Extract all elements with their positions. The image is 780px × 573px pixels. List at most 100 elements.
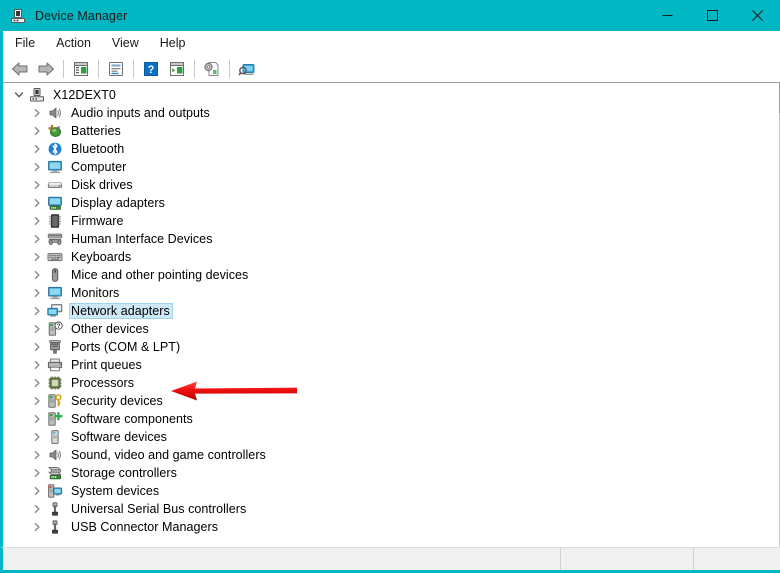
chevron-down-icon[interactable] <box>11 87 27 103</box>
forward-button[interactable] <box>34 58 58 80</box>
tree-item-label: Software devices <box>71 430 167 444</box>
chevron-right-icon[interactable] <box>29 105 45 121</box>
status-bar-middle-cell <box>560 548 693 570</box>
tree-item-label: Security devices <box>71 394 163 408</box>
chevron-right-icon[interactable] <box>29 483 45 499</box>
chevron-right-icon[interactable] <box>29 501 45 517</box>
tree-item-software-devices[interactable]: Software devices <box>3 428 779 446</box>
tree-item-label: Batteries <box>71 124 121 138</box>
update-driver-button[interactable] <box>200 58 224 80</box>
show-hide-action-pane-button[interactable] <box>165 58 189 80</box>
usb-icon <box>47 519 63 535</box>
chevron-right-icon[interactable] <box>29 195 45 211</box>
menu-bar: File Action View Help <box>0 31 780 55</box>
tree-item-label: Audio inputs and outputs <box>71 106 210 120</box>
tree-item-display-adapters[interactable]: Display adapters <box>3 194 779 212</box>
tree-item-software-components[interactable]: Software components <box>3 410 779 428</box>
chevron-right-icon[interactable] <box>29 357 45 373</box>
chevron-right-icon[interactable] <box>29 231 45 247</box>
device-tree: X12DEXT0 Audio inputs and outputs Batteri… <box>3 83 779 536</box>
storage-controller-icon <box>47 465 63 481</box>
back-button[interactable] <box>8 58 32 80</box>
tree-item-monitors[interactable]: Monitors <box>3 284 779 302</box>
printer-icon <box>47 357 63 373</box>
menu-item-help[interactable]: Help <box>151 33 195 53</box>
tree-item-keyboards[interactable]: Keyboards <box>3 248 779 266</box>
status-bar-main-text <box>3 548 560 558</box>
chevron-right-icon[interactable] <box>29 141 45 157</box>
help-button[interactable]: ? <box>139 58 163 80</box>
tree-item-system-devices[interactable]: System devices <box>3 482 779 500</box>
chevron-right-icon[interactable] <box>29 447 45 463</box>
unknown-device-icon: ? <box>47 321 63 337</box>
software-component-icon <box>47 411 63 427</box>
chevron-right-icon[interactable] <box>29 303 45 319</box>
tree-item-label: Processors <box>71 376 135 390</box>
scan-hardware-changes-button[interactable] <box>235 58 259 80</box>
chevron-right-icon[interactable] <box>29 519 45 535</box>
chevron-right-icon[interactable] <box>29 411 45 427</box>
monitor-icon <box>47 159 63 175</box>
chevron-right-icon[interactable] <box>29 393 45 409</box>
tree-item-audio-inputs-and-outputs[interactable]: Audio inputs and outputs <box>3 104 779 122</box>
tree-item-storage-controllers[interactable]: Storage controllers <box>3 464 779 482</box>
display-adapter-icon <box>47 195 63 211</box>
network-adapter-icon <box>47 303 63 319</box>
tree-item-label: Disk drives <box>71 178 133 192</box>
chevron-right-icon[interactable] <box>29 465 45 481</box>
tree-item-human-interface-devices[interactable]: Human Interface Devices <box>3 230 779 248</box>
tree-item-computer[interactable]: Computer <box>3 158 779 176</box>
show-hide-console-tree-button[interactable] <box>69 58 93 80</box>
tree-item-usb-connector-managers[interactable]: USB Connector Managers <box>3 518 779 536</box>
device-tree-pane[interactable]: X12DEXT0 Audio inputs and outputs Batteri… <box>3 82 780 547</box>
chevron-right-icon[interactable] <box>29 339 45 355</box>
tree-item-bluetooth[interactable]: Bluetooth <box>3 140 779 158</box>
toolbar-separator <box>63 59 64 78</box>
tree-item-mice-and-other-pointing-devices[interactable]: Mice and other pointing devices <box>3 266 779 284</box>
menu-item-action[interactable]: Action <box>47 33 100 53</box>
close-button[interactable] <box>735 0 780 31</box>
tree-item-print-queues[interactable]: Print queues <box>3 356 779 374</box>
tree-item-network-adapters[interactable]: Network adapters <box>3 302 779 320</box>
content-area: X12DEXT0 Audio inputs and outputs Batteri… <box>0 82 780 547</box>
bluetooth-icon <box>47 141 63 157</box>
chevron-right-icon[interactable] <box>29 285 45 301</box>
tree-root-node[interactable]: X12DEXT0 <box>3 86 779 104</box>
tree-item-label: System devices <box>71 484 160 498</box>
chevron-right-icon[interactable] <box>29 321 45 337</box>
tree-item-label: Mice and other pointing devices <box>71 268 249 282</box>
chevron-right-icon[interactable] <box>29 249 45 265</box>
toolbar-separator <box>98 59 99 78</box>
chevron-right-icon[interactable] <box>29 159 45 175</box>
chevron-right-icon[interactable] <box>29 429 45 445</box>
device-manager-window: Device Manager File Action View Help ? X… <box>0 0 780 573</box>
tree-item-sound-video-and-game-controllers[interactable]: Sound, video and game controllers <box>3 446 779 464</box>
tree-item-label: Computer <box>71 160 127 174</box>
tree-item-other-devices[interactable]: ? Other devices <box>3 320 779 338</box>
tree-item-ports-com-lpt[interactable]: Ports (COM & LPT) <box>3 338 779 356</box>
chevron-right-icon[interactable] <box>29 213 45 229</box>
chevron-right-icon[interactable] <box>29 375 45 391</box>
menu-item-view[interactable]: View <box>103 33 148 53</box>
maximize-button[interactable] <box>690 0 735 31</box>
port-icon <box>47 339 63 355</box>
chevron-right-icon[interactable] <box>29 177 45 193</box>
speaker-icon <box>47 105 63 121</box>
properties-button[interactable] <box>104 58 128 80</box>
toolbar-separator <box>133 59 134 78</box>
chevron-right-icon[interactable] <box>29 123 45 139</box>
tree-item-processors[interactable]: Processors <box>3 374 779 392</box>
processor-icon <box>47 375 63 391</box>
minimize-button[interactable] <box>645 0 690 31</box>
tree-item-firmware[interactable]: Firmware <box>3 212 779 230</box>
tree-item-label: Universal Serial Bus controllers <box>71 502 247 516</box>
chevron-right-icon[interactable] <box>29 267 45 283</box>
menu-item-file[interactable]: File <box>6 33 44 53</box>
tree-item-label: USB Connector Managers <box>71 520 219 534</box>
title-bar[interactable]: Device Manager <box>0 0 780 31</box>
tree-item-batteries[interactable]: Batteries <box>3 122 779 140</box>
tree-item-disk-drives[interactable]: Disk drives <box>3 176 779 194</box>
tree-item-universal-serial-bus-controllers[interactable]: Universal Serial Bus controllers <box>3 500 779 518</box>
tree-item-security-devices[interactable]: Security devices <box>3 392 779 410</box>
security-key-icon <box>47 393 63 409</box>
